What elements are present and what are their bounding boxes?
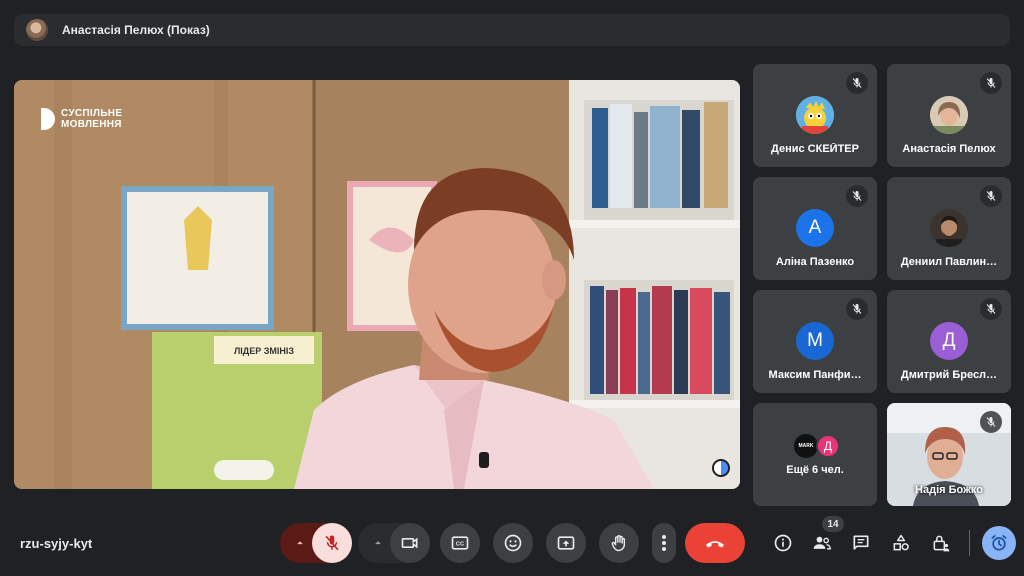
participant-name: Анастасія Пелюх (902, 143, 996, 155)
participant-name: Максим Панфи… (768, 369, 862, 381)
participant-tile[interactable]: Д Дмитрий Бресл… (887, 290, 1011, 393)
speaker-video-frame: ЛІДЕР ЗМІНІЗ (14, 80, 740, 489)
participant-name: Надія Божко (915, 484, 983, 496)
poster-text: ЛІДЕР ЗМІНІЗ (234, 346, 294, 356)
broadcaster-logo: СУСПІЛЬНЕ МОВЛЕННЯ (41, 108, 122, 130)
people-icon (813, 536, 832, 550)
participant-tile[interactable]: Анастасія Пелюх (887, 64, 1011, 167)
emoji-icon (504, 534, 522, 552)
meet-window: Анастасія Пелюх (Показ) ЛІДЕР ЗМІНІЗ СУС… (0, 0, 1024, 576)
closed-captions-icon: CC (451, 536, 469, 550)
stage-indicator-icon[interactable] (712, 459, 730, 477)
mini-avatar: MARK (794, 434, 818, 458)
participant-tile[interactable]: А Аліна Пазенко (753, 177, 877, 280)
svg-text:CC: CC (456, 542, 465, 548)
captions-button[interactable]: CC (440, 523, 480, 563)
chevron-up-icon (297, 541, 303, 545)
cartoon-avatar-icon (796, 96, 834, 134)
video-camera-icon (401, 537, 418, 549)
activities-button[interactable] (885, 527, 917, 559)
letter-avatar: А (796, 209, 834, 247)
meeting-details-button[interactable] (767, 527, 799, 559)
hand-icon (611, 534, 626, 552)
mic-off-icon (980, 72, 1002, 94)
letter-avatar: Д (930, 322, 968, 360)
mic-off-icon (325, 535, 339, 551)
participant-name: Дениил Павлин… (900, 256, 998, 268)
mic-off-icon (980, 298, 1002, 320)
participant-tile[interactable]: Денис СКЕЙТЕР (753, 64, 877, 167)
info-icon (774, 534, 792, 552)
end-call-button[interactable] (685, 523, 745, 563)
mic-toggle-button[interactable] (312, 523, 352, 563)
mini-avatar: Д (816, 434, 840, 458)
mic-off-icon (846, 298, 868, 320)
chevron-up-icon (375, 541, 381, 545)
more-options-button[interactable] (652, 523, 676, 563)
present-screen-button[interactable] (546, 523, 586, 563)
participant-tile[interactable]: Надія Божко (887, 403, 1011, 506)
meeting-code: rzu-syjy-kyt (20, 536, 93, 551)
logo-line-2: МОВЛЕННЯ (61, 119, 122, 130)
hang-up-icon (706, 541, 724, 548)
participant-name: Дмитрий Бресл… (900, 369, 998, 381)
photo-avatar-icon (930, 96, 968, 134)
mic-off-icon (980, 185, 1002, 207)
participant-name: Аліна Пазенко (775, 256, 855, 268)
host-controls-button[interactable] (925, 527, 957, 559)
alarm-clock-icon (991, 535, 1007, 551)
participants-count-badge: 14 (822, 516, 844, 532)
toolbar-divider (969, 530, 970, 556)
photo-avatar-icon (930, 209, 968, 247)
raise-hand-button[interactable] (599, 523, 639, 563)
main-stage-video[interactable]: ЛІДЕР ЗМІНІЗ СУСПІЛЬНЕ МОВЛЕННЯ (14, 80, 740, 489)
mic-off-icon (846, 185, 868, 207)
logo-line-1: СУСПІЛЬНЕ (61, 108, 123, 119)
present-screen-icon (557, 536, 575, 550)
presenter-bar[interactable]: Анастасія Пелюх (Показ) (14, 14, 1010, 46)
chat-button[interactable] (845, 527, 877, 559)
chat-icon (853, 535, 869, 550)
participant-name: Денис СКЕЙТЕР (771, 143, 859, 155)
participant-tile[interactable]: Дениил Павлин… (887, 177, 1011, 280)
letter-avatar: М (796, 322, 834, 360)
lock-person-icon (933, 535, 950, 552)
logo-mark-icon (41, 108, 55, 130)
presenter-title: Анастасія Пелюх (Показ) (62, 23, 210, 37)
more-participants-tile[interactable]: MARK Д Ещё 6 чел. (753, 403, 877, 506)
mic-off-icon (846, 72, 868, 94)
participant-tile[interactable]: М Максим Панфи… (753, 290, 877, 393)
activity-timer-button[interactable] (982, 526, 1016, 560)
mic-off-icon (980, 411, 1002, 433)
reactions-button[interactable] (493, 523, 533, 563)
more-participants-label: Ещё 6 чел. (786, 464, 844, 476)
presenter-avatar (26, 19, 48, 41)
shapes-icon (893, 534, 909, 551)
camera-toggle-button[interactable] (390, 523, 430, 563)
more-vert-icon (662, 535, 666, 551)
